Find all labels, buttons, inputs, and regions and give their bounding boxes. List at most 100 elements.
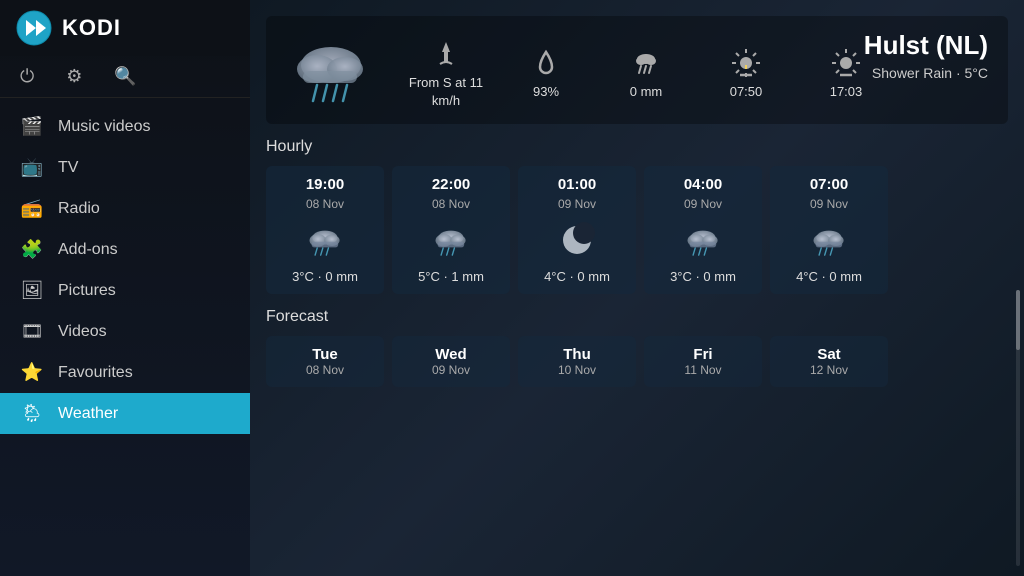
hourly-temp: 4°C · 0 mm — [544, 269, 610, 284]
forecast-label: Forecast — [266, 308, 1008, 326]
hourly-weather-icon — [673, 215, 733, 265]
location-name: Hulst (NL) — [864, 30, 988, 61]
forecast-card: Fri 11 Nov — [644, 336, 762, 387]
main-content: From S at 11 km/h 93% — [250, 0, 1024, 576]
sidebar-item-weather[interactable]: 🌦 Weather — [0, 393, 250, 434]
nav-label-add-ons: Add-ons — [58, 241, 118, 259]
hourly-card: 19:00 08 Nov 3°C · 0 mm — [266, 166, 384, 294]
top-icons-bar: ⏻ ⚙ 🔍 — [0, 56, 250, 98]
forecast-card: Thu 10 Nov — [518, 336, 636, 387]
hourly-time: 04:00 — [684, 176, 722, 193]
nav-icon-pictures: 🖼 — [20, 280, 44, 301]
sidebar-item-tv[interactable]: 📺 TV — [0, 147, 250, 188]
precipitation-value: 0 mm — [630, 83, 663, 101]
nav-label-favourites: Favourites — [58, 364, 133, 382]
nav-label-videos: Videos — [58, 323, 107, 341]
hourly-time: 22:00 — [432, 176, 470, 193]
sidebar-item-radio[interactable]: 📻 Radio — [0, 188, 250, 229]
forecast-card: Wed 09 Nov — [392, 336, 510, 387]
wind-stat: From S at 11 km/h — [396, 38, 496, 110]
settings-icon[interactable]: ⚙ — [66, 66, 82, 87]
forecast-card: Tue 08 Nov — [266, 336, 384, 387]
scroll-thumb — [1016, 290, 1020, 350]
sunrise-icon — [730, 47, 762, 79]
forecast-date: 09 Nov — [432, 363, 470, 377]
power-icon[interactable]: ⏻ — [20, 66, 34, 87]
sunset-icon — [830, 47, 862, 79]
hourly-weather-icon — [799, 215, 859, 265]
forecast-date: 08 Nov — [306, 363, 344, 377]
hourly-card: 07:00 09 Nov 4°C · 0 mm — [770, 166, 888, 294]
main-weather-icon — [286, 30, 376, 110]
forecast-card: Sat 12 Nov — [770, 336, 888, 387]
nav-label-pictures: Pictures — [58, 282, 116, 300]
weather-description: Shower Rain · 5°C — [864, 65, 988, 81]
hourly-time: 19:00 — [306, 176, 344, 193]
nav-icon-music-videos: 🎬 — [20, 116, 44, 137]
sunrise-stat: 07:50 — [696, 47, 796, 101]
hourly-date: 08 Nov — [306, 197, 344, 211]
hourly-time: 07:00 — [810, 176, 848, 193]
nav-icon-tv: 📺 — [20, 157, 44, 178]
current-weather-panel: From S at 11 km/h 93% — [266, 16, 1008, 124]
wind-value: From S at 11 km/h — [409, 74, 483, 110]
hourly-date: 09 Nov — [810, 197, 848, 211]
nav-icon-weather: 🌦 — [20, 403, 44, 424]
hourly-card: 22:00 08 Nov 5°C · 1 mm — [392, 166, 510, 294]
hourly-card: 04:00 09 Nov 3°C · 0 mm — [644, 166, 762, 294]
scroll-hint — [1016, 290, 1020, 566]
wind-icon — [430, 38, 462, 70]
nav-label-tv: TV — [58, 159, 78, 177]
sidebar-item-music-videos[interactable]: 🎬 Music videos — [0, 106, 250, 147]
hourly-label: Hourly — [266, 138, 1008, 156]
nav-icon-videos: 🎞 — [20, 321, 44, 342]
humidity-icon — [530, 47, 562, 79]
forecast-day: Fri — [693, 346, 712, 363]
humidity-value: 93% — [533, 83, 559, 101]
hourly-temp: 3°C · 0 mm — [670, 269, 736, 284]
humidity-stat: 93% — [496, 47, 596, 101]
sunset-value: 17:03 — [830, 83, 863, 101]
forecast-date: 12 Nov — [810, 363, 848, 377]
forecast-date: 10 Nov — [558, 363, 596, 377]
forecast-cards: Tue 08 Nov Wed 09 Nov Thu 10 Nov Fri 11 … — [266, 336, 1008, 387]
sidebar-item-pictures[interactable]: 🖼 Pictures — [0, 270, 250, 311]
nav-icon-favourites: ⭐ — [20, 362, 44, 383]
header-bar: KODI — [0, 0, 250, 56]
hourly-temp: 5°C · 1 mm — [418, 269, 484, 284]
sidebar-item-add-ons[interactable]: 🧩 Add-ons — [0, 229, 250, 270]
sidebar: KODI ⏻ ⚙ 🔍 🎬 Music videos 📺 TV 📻 Radio 🧩… — [0, 0, 250, 576]
forecast-day: Wed — [435, 346, 466, 363]
app-title: KODI — [62, 15, 121, 41]
hourly-card: 01:00 09 Nov 4°C · 0 mm — [518, 166, 636, 294]
hourly-date: 09 Nov — [684, 197, 722, 211]
sunrise-value: 07:50 — [730, 83, 763, 101]
nav-icon-radio: 📻 — [20, 198, 44, 219]
forecast-day: Sat — [817, 346, 840, 363]
nav-label-radio: Radio — [58, 200, 100, 218]
nav-label-weather: Weather — [58, 405, 118, 423]
search-icon[interactable]: 🔍 — [114, 66, 136, 87]
hourly-weather-icon — [547, 215, 607, 265]
precipitation-icon — [630, 47, 662, 79]
hourly-cards: 19:00 08 Nov 3°C · 0 mm 22:00 08 Nov — [266, 166, 1008, 294]
kodi-logo-icon — [16, 10, 52, 46]
hourly-temp: 3°C · 0 mm — [292, 269, 358, 284]
forecast-section: Forecast Tue 08 Nov Wed 09 Nov Thu 10 No… — [266, 308, 1008, 387]
location-info: Hulst (NL) Shower Rain · 5°C — [864, 30, 988, 81]
nav-icon-add-ons: 🧩 — [20, 239, 44, 260]
nav-menu: 🎬 Music videos 📺 TV 📻 Radio 🧩 Add-ons 🖼 … — [0, 98, 250, 576]
forecast-day: Thu — [563, 346, 591, 363]
precipitation-stat: 0 mm — [596, 47, 696, 101]
hourly-weather-icon — [421, 215, 481, 265]
hourly-time: 01:00 — [558, 176, 596, 193]
forecast-date: 11 Nov — [684, 363, 721, 377]
hourly-section: Hourly 19:00 08 Nov 3°C · 0 mm 22:00 — [266, 138, 1008, 294]
forecast-day: Tue — [312, 346, 338, 363]
hourly-date: 08 Nov — [432, 197, 470, 211]
nav-label-music-videos: Music videos — [58, 118, 150, 136]
sidebar-item-favourites[interactable]: ⭐ Favourites — [0, 352, 250, 393]
hourly-temp: 4°C · 0 mm — [796, 269, 862, 284]
sidebar-item-videos[interactable]: 🎞 Videos — [0, 311, 250, 352]
hourly-weather-icon — [295, 215, 355, 265]
